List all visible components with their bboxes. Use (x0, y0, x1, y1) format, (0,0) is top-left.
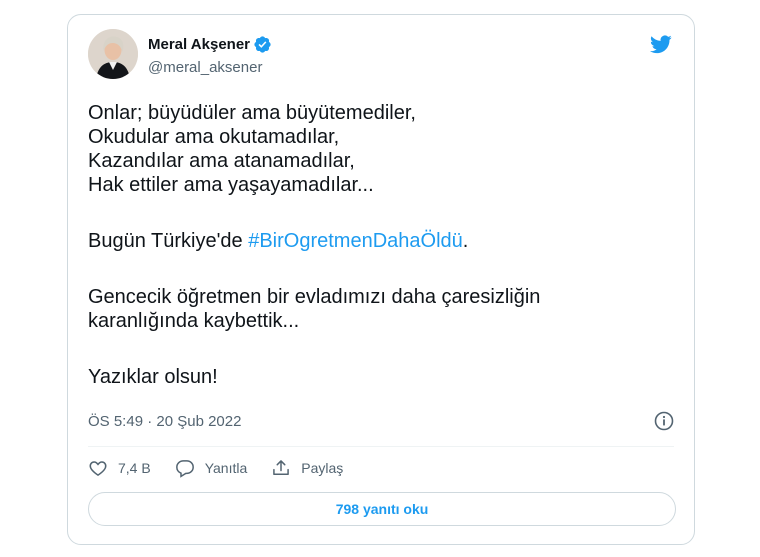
share-icon (273, 460, 290, 475)
tweet-text: Onlar; büyüdüler ama büyütemediler, Okud… (88, 101, 678, 389)
author-handle[interactable]: @meral_aksener (148, 59, 262, 76)
author-name-row[interactable]: Meral Akşener (148, 35, 272, 54)
avatar-image (88, 29, 138, 79)
verified-badge-icon (253, 35, 272, 54)
like-count: 7,4 B (118, 460, 151, 476)
tweet-line: Gencecik öğretmen bir evladımızı daha ça… (88, 286, 541, 308)
tweet-line: Kazandılar ama atanamadılar, (88, 150, 355, 172)
tweet-actions: 7,4 B Yanıtla Paylaş (88, 458, 367, 478)
info-icon[interactable] (654, 411, 674, 431)
read-replies-button[interactable]: 798 yanıtı oku (88, 492, 676, 526)
tweet-paragraph-hashtag: Bugün Türkiye'de #BirOgretmenDahaÖldü. (88, 229, 678, 253)
tweet-line: Onlar; büyüdüler ama büyütemediler, (88, 102, 416, 124)
speech-bubble-icon (175, 460, 194, 478)
like-button[interactable]: 7,4 B (88, 458, 151, 478)
reply-label: Yanıtla (204, 460, 248, 476)
divider (88, 446, 674, 447)
tweet-text-prefix: Bugün Türkiye'de (88, 230, 249, 252)
share-button[interactable]: Paylaş (271, 458, 343, 478)
tweet-line: Hak ettiler ama yaşayamadılar... (88, 174, 374, 196)
twitter-bird-icon[interactable] (648, 33, 674, 55)
tweet-line: karanlığında kaybettik... (88, 310, 300, 332)
hashtag-link[interactable]: #BirOgretmenDahaÖldü (248, 230, 463, 252)
tweet-text-suffix: . (462, 230, 469, 252)
tweet-timestamp[interactable]: ÖS 5:49 · 20 Şub 2022 (88, 413, 241, 430)
share-label: Paylaş (301, 460, 344, 476)
heart-icon (89, 461, 107, 476)
author-name[interactable]: Meral Akşener (148, 36, 250, 53)
reply-button[interactable]: Yanıtla (175, 458, 248, 478)
avatar[interactable] (88, 29, 138, 79)
tweet-card: Meral Akşener @meral_aksener Onlar; büyü… (67, 14, 695, 545)
tweet-line: Yazıklar olsun! (88, 366, 218, 388)
tweet-line: Okudular ama okutamadılar, (88, 126, 340, 148)
